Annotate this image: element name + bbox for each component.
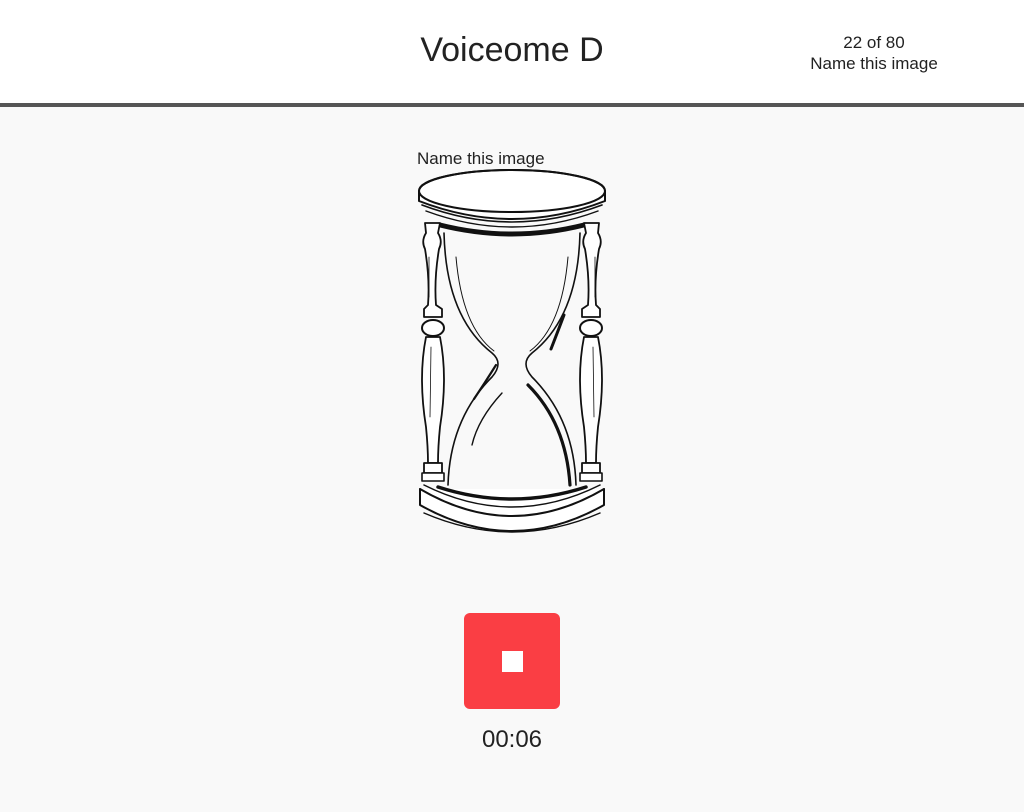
hourglass-icon [418,169,606,533]
main-content: Name this image 00:06 [0,107,1024,812]
stop-icon [502,651,523,672]
progress-count: 22 of 80 [843,33,905,52]
recording-timer: 00:06 [481,726,543,753]
header: Voiceome D 22 of 80 Name this image [0,0,1024,107]
progress-indicator: 22 of 80 Name this image [790,32,958,74]
prompt-image [412,167,612,539]
progress-task: Name this image [810,54,938,73]
prompt-label: Name this image [417,149,545,168]
stop-recording-button[interactable] [464,613,560,709]
